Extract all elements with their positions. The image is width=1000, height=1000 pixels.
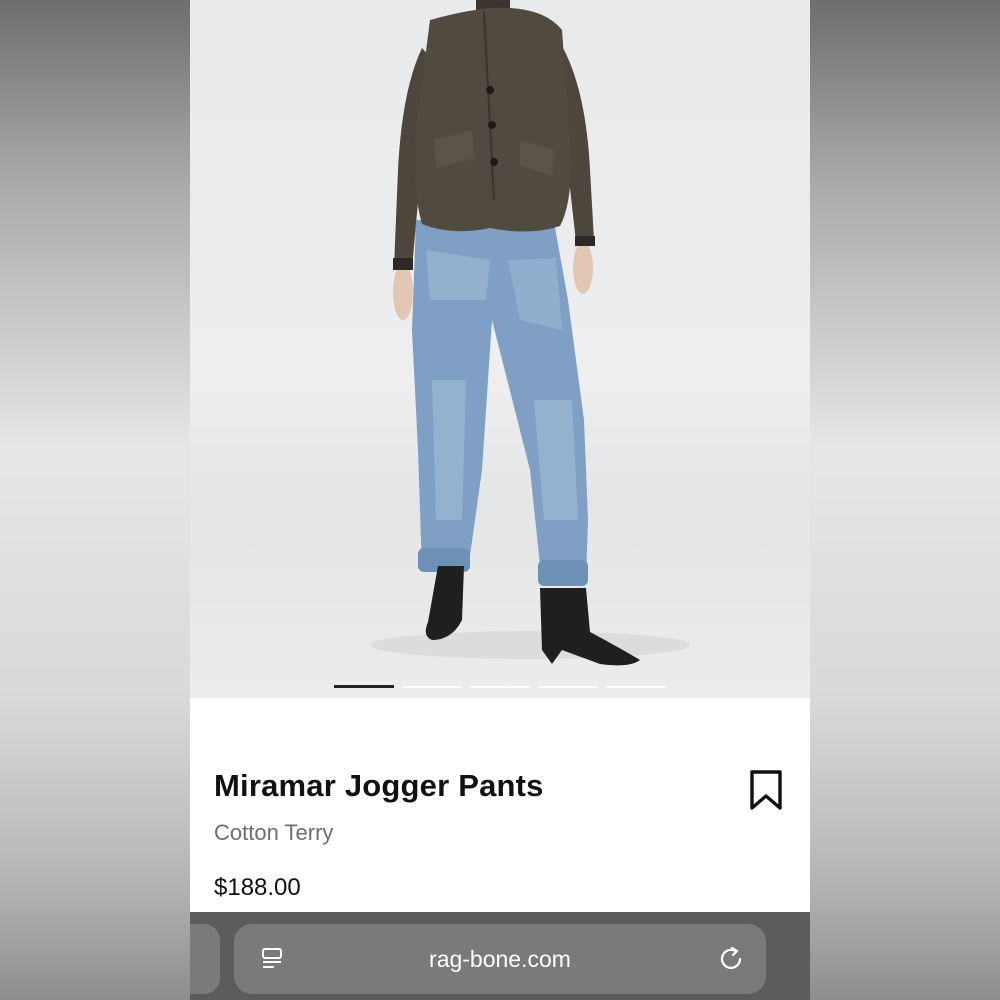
- pager-indicator-2[interactable]: [402, 686, 462, 688]
- pager-indicator-4[interactable]: [538, 686, 598, 688]
- product-title: Miramar Jogger Pants: [214, 768, 544, 803]
- blurred-background-left: [0, 0, 190, 1000]
- pager-indicator-5[interactable]: [606, 686, 666, 688]
- model-illustration: [370, 0, 690, 666]
- product-info: Miramar Jogger Pants Cotton Terry $188.0…: [190, 698, 810, 912]
- phone-screen: Miramar Jogger Pants Cotton Terry $188.0…: [190, 0, 810, 1000]
- reload-icon[interactable]: [718, 945, 746, 973]
- product-price: $188.00: [214, 874, 301, 901]
- pager-indicator-1[interactable]: [334, 685, 394, 688]
- url-text[interactable]: rag-bone.com: [234, 946, 766, 973]
- pager-indicator-3[interactable]: [470, 686, 530, 688]
- product-material: Cotton Terry: [214, 820, 334, 845]
- blurred-background-right: [810, 0, 1000, 1000]
- browser-toolbar: rag-bone.com: [190, 912, 810, 1000]
- image-pager[interactable]: [334, 685, 666, 689]
- address-bar[interactable]: rag-bone.com: [234, 924, 766, 994]
- bookmark-icon[interactable]: [746, 768, 786, 812]
- previous-tab[interactable]: [190, 924, 220, 994]
- product-image[interactable]: [190, 0, 810, 698]
